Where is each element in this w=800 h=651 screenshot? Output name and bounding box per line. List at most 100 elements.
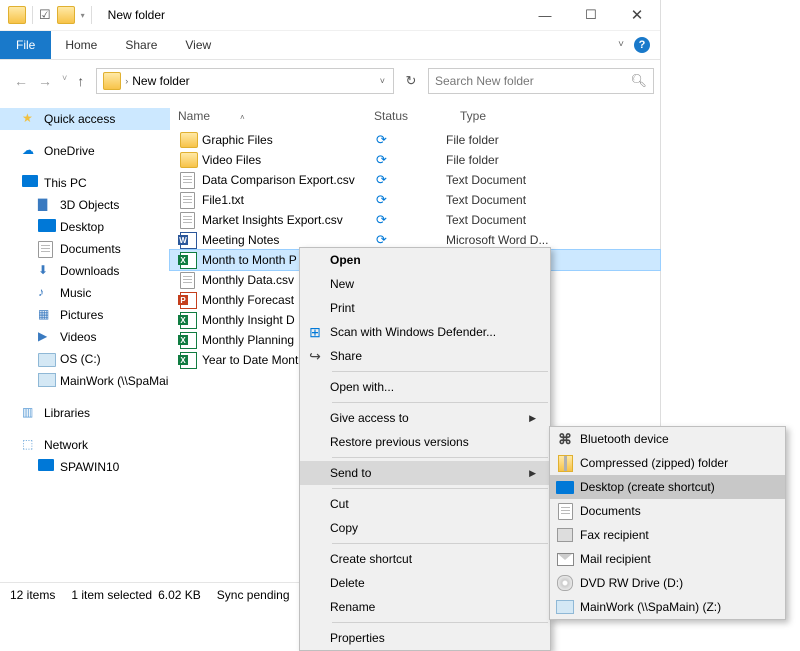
music-icon: ♪ (38, 285, 54, 301)
close-button[interactable]: ✕ (614, 0, 660, 30)
search-input[interactable]: Search New folder 🔍︎ (428, 68, 654, 94)
sync-icon: ⟳ (372, 192, 446, 208)
ctx-rename[interactable]: Rename (300, 595, 550, 619)
file-type: Text Document (446, 193, 660, 207)
sendto-compressed[interactable]: Compressed (zipped) folder (550, 451, 785, 475)
sendto-fax[interactable]: Fax recipient (550, 523, 785, 547)
sync-icon: ⟳ (372, 172, 446, 188)
sendto-mainwork[interactable]: MainWork (\\SpaMain) (Z:) (550, 595, 785, 619)
zip-icon (558, 455, 573, 472)
star-icon: ★ (22, 111, 38, 127)
nav-this-pc[interactable]: This PC (0, 172, 170, 194)
ctx-open-with[interactable]: Open with... (300, 375, 550, 399)
nav-mainwork[interactable]: MainWork (\\SpaMai (0, 370, 170, 392)
nav-downloads[interactable]: ⬇Downloads (0, 260, 170, 282)
ctx-create-shortcut[interactable]: Create shortcut (300, 547, 550, 571)
network-drive-icon (556, 600, 574, 614)
nav-music[interactable]: ♪Music (0, 282, 170, 304)
mail-icon (557, 553, 574, 566)
column-status[interactable]: Status (366, 109, 452, 123)
nav-desktop[interactable]: Desktop (0, 216, 170, 238)
breadcrumb[interactable]: New folder (128, 74, 193, 88)
fax-icon (557, 528, 573, 542)
ribbon-collapse-icon[interactable]: ˅ (618, 39, 624, 50)
forward-button[interactable]: → (38, 73, 52, 89)
status-size: 6.02 KB (158, 588, 201, 602)
tab-file[interactable]: File (0, 31, 51, 59)
ctx-share[interactable]: ↪Share (300, 344, 550, 368)
file-row[interactable]: Data Comparison Export.csv⟳Text Document (170, 170, 660, 190)
nav-quick-access[interactable]: ★Quick access (0, 108, 170, 130)
nav-onedrive[interactable]: ☁OneDrive (0, 140, 170, 162)
ctx-cut[interactable]: Cut (300, 492, 550, 516)
ctx-print[interactable]: Print (300, 296, 550, 320)
ctx-open[interactable]: Open (300, 248, 550, 272)
sendto-desktop[interactable]: Desktop (create shortcut) (550, 475, 785, 499)
sort-asc-icon: ˄ (240, 113, 245, 122)
tab-share[interactable]: Share (111, 31, 171, 59)
qat-properties-icon[interactable]: ☑ (39, 7, 51, 23)
sendto-documents[interactable]: Documents (550, 499, 785, 523)
navigation-pane: ★Quick access ☁OneDrive This PC ▇3D Obje… (0, 102, 170, 592)
qat-dropdown-icon[interactable]: ▾ (81, 11, 85, 20)
documents-icon (558, 503, 573, 520)
refresh-button[interactable]: ↻ (398, 68, 424, 94)
separator (332, 488, 548, 489)
maximize-button[interactable]: ☐ (568, 0, 614, 30)
qat-newfolder-icon[interactable] (57, 6, 75, 24)
file-row[interactable]: Graphic Files⟳File folder (170, 130, 660, 150)
file-type: Text Document (446, 173, 660, 187)
column-name[interactable]: Name˄ (170, 109, 366, 123)
nav-documents[interactable]: Documents (0, 238, 170, 260)
separator (332, 543, 548, 544)
file-name: Market Insights Export.csv (202, 213, 372, 227)
nav-libraries[interactable]: ▥Libraries (0, 402, 170, 424)
document-icon (180, 172, 195, 189)
file-row[interactable]: Video Files⟳File folder (170, 150, 660, 170)
excel-icon (180, 332, 197, 349)
help-icon[interactable]: ? (634, 37, 650, 53)
minimize-button[interactable]: — (522, 0, 568, 30)
column-type[interactable]: Type (452, 109, 660, 123)
ctx-copy[interactable]: Copy (300, 516, 550, 540)
sendto-submenu: ⌘Bluetooth device Compressed (zipped) fo… (549, 426, 786, 620)
ctx-give-access[interactable]: Give access to▶ (300, 406, 550, 430)
tab-view[interactable]: View (171, 31, 225, 59)
address-bar[interactable]: › New folder ˅ (96, 68, 394, 94)
search-icon: 🔍︎ (630, 73, 647, 89)
nav-videos[interactable]: ▶Videos (0, 326, 170, 348)
file-row[interactable]: File1.txt⟳Text Document (170, 190, 660, 210)
nav-os-c[interactable]: OS (C:) (0, 348, 170, 370)
ctx-delete[interactable]: Delete (300, 571, 550, 595)
libraries-icon: ▥ (22, 405, 38, 421)
ctx-properties[interactable]: Properties (300, 626, 550, 650)
ctx-defender[interactable]: ⊞Scan with Windows Defender... (300, 320, 550, 344)
recent-dropdown-icon[interactable]: ˅ (62, 73, 67, 89)
folder-icon (180, 152, 198, 168)
file-type: Text Document (446, 213, 660, 227)
sendto-bluetooth[interactable]: ⌘Bluetooth device (550, 427, 785, 451)
tab-home[interactable]: Home (51, 31, 111, 59)
file-row[interactable]: Market Insights Export.csv⟳Text Document (170, 210, 660, 230)
ctx-restore[interactable]: Restore previous versions (300, 430, 550, 454)
status-sync: Sync pending (217, 588, 290, 602)
excel-icon (180, 252, 197, 269)
sendto-mail[interactable]: Mail recipient (550, 547, 785, 571)
up-button[interactable]: ↑ (77, 73, 84, 89)
nav-3d-objects[interactable]: ▇3D Objects (0, 194, 170, 216)
document-icon (180, 272, 195, 289)
excel-icon (180, 312, 197, 329)
address-dropdown-icon[interactable]: ˅ (374, 76, 391, 86)
file-type: File folder (446, 153, 660, 167)
pictures-icon: ▦ (38, 307, 54, 323)
nav-network[interactable]: ⬚Network (0, 434, 170, 456)
back-button[interactable]: ← (14, 73, 28, 89)
file-name: Data Comparison Export.csv (202, 173, 372, 187)
ctx-send-to[interactable]: Send to▶ (300, 461, 550, 485)
share-icon: ↪ (300, 348, 330, 365)
disc-icon (557, 575, 573, 591)
nav-spawin10[interactable]: SPAWIN10 (0, 456, 170, 478)
sendto-dvd[interactable]: DVD RW Drive (D:) (550, 571, 785, 595)
nav-pictures[interactable]: ▦Pictures (0, 304, 170, 326)
ctx-new[interactable]: New (300, 272, 550, 296)
